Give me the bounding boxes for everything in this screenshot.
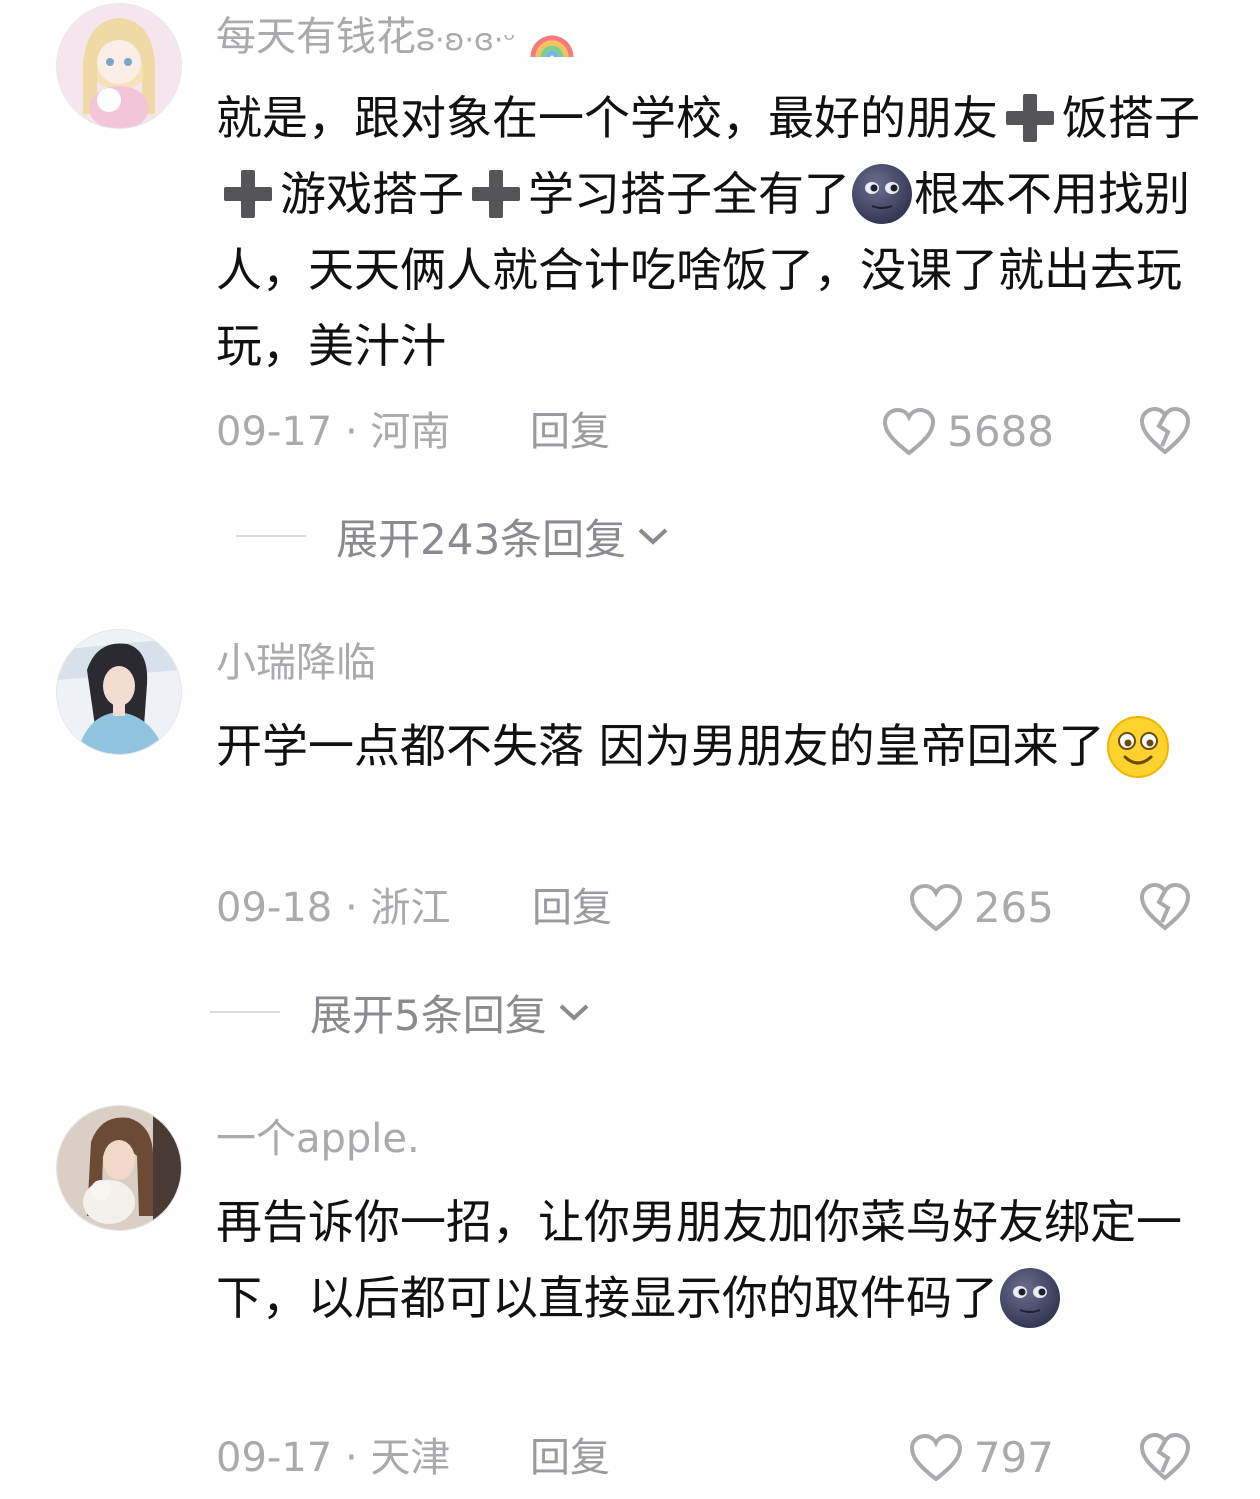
chevron-down-icon <box>638 528 668 545</box>
reply-button[interactable]: 回复 <box>530 1428 610 1488</box>
heart-icon <box>909 883 962 932</box>
comment-text: 就是，跟对象在一个学校，最好的朋友 <box>216 91 998 145</box>
heart-icon <box>909 1433 962 1482</box>
like-button[interactable]: 5688 <box>881 402 1054 462</box>
avatar-image-icon <box>57 1106 181 1230</box>
avatar-image-icon <box>57 4 181 128</box>
chevron-down-icon <box>559 1004 589 1021</box>
date-location: 09-18 · 浙江 <box>216 885 451 931</box>
like-count: 797 <box>973 1433 1054 1482</box>
like-count: 265 <box>973 883 1054 932</box>
date-location: 09-17 · 河南 <box>216 409 451 455</box>
comment-text: 饭搭子 <box>1062 91 1200 145</box>
avatar[interactable] <box>57 1106 181 1230</box>
date-location: 09-17 · 天津 <box>216 1435 451 1481</box>
like-button[interactable]: 797 <box>908 1428 1054 1488</box>
username[interactable]: 小瑞降临 <box>216 638 376 688</box>
comment-meta: 09-17 · 天津 回复 797 <box>216 1428 1206 1488</box>
expand-replies-button[interactable]: 展开243条回复 <box>236 506 670 566</box>
username[interactable]: 每天有钱花ⵓ·ʚ·ɞ·ᵕ <box>216 12 575 66</box>
new-moon-face-emoji-icon <box>850 163 914 224</box>
avatar[interactable] <box>57 630 181 754</box>
reply-button[interactable]: 回复 <box>530 402 610 462</box>
comment-text: 学习搭子全有了 <box>528 167 850 221</box>
dislike-button[interactable] <box>1138 406 1192 473</box>
smiling-face-emoji-icon <box>1105 715 1171 778</box>
divider-line <box>236 535 306 537</box>
dislike-button[interactable] <box>1138 882 1192 949</box>
new-moon-face-emoji-icon <box>998 1267 1062 1328</box>
heavy-plus-emoji-icon <box>998 91 1062 145</box>
comment-text: 开学一点都不失落 因为男朋友的皇帝回来了 <box>216 719 1105 773</box>
rainbow-emoji-icon <box>530 35 574 58</box>
heart-icon <box>883 407 936 456</box>
comment-meta: 09-18 · 浙江 回复 265 <box>216 878 1206 938</box>
expand-replies-button[interactable]: 展开5条回复 <box>210 982 591 1042</box>
username[interactable]: 一个apple. <box>216 1114 420 1164</box>
heavy-plus-emoji-icon <box>216 167 280 221</box>
avatar-image-icon <box>57 630 181 754</box>
comment-text: 游戏搭子 <box>280 167 464 221</box>
broken-heart-icon <box>1139 1432 1191 1481</box>
like-button[interactable]: 265 <box>908 878 1054 938</box>
heavy-plus-emoji-icon <box>464 167 528 221</box>
dislike-button[interactable] <box>1138 1432 1192 1499</box>
broken-heart-icon <box>1139 406 1191 455</box>
broken-heart-icon <box>1139 882 1191 931</box>
comment-body: 再告诉你一招，让你男朋友加你菜鸟好友绑定一下，以后都可以直接显示你的取件码了 <box>216 1184 1216 1336</box>
avatar[interactable] <box>57 4 181 128</box>
comment-body: 就是，跟对象在一个学校，最好的朋友 饭搭子游戏搭子 学习搭子全有了 根本不用找别人，天… <box>216 80 1216 384</box>
comment-meta: 09-17 · 河南 回复 5688 <box>216 402 1206 462</box>
like-count: 5688 <box>947 407 1054 456</box>
reply-button[interactable]: 回复 <box>532 878 612 938</box>
comment-body: 开学一点都不失落 因为男朋友的皇帝回来了 <box>216 708 1216 784</box>
divider-line <box>210 1011 280 1013</box>
